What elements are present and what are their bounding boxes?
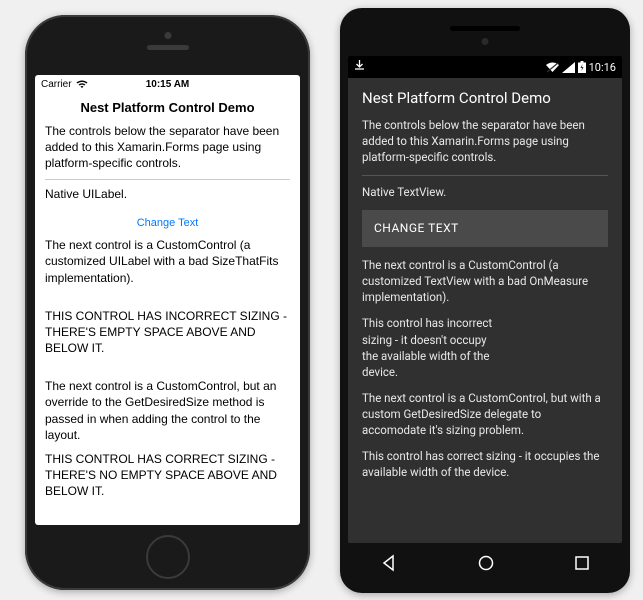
recents-button[interactable]: [574, 555, 590, 576]
battery-icon: [578, 61, 586, 73]
change-text-button[interactable]: CHANGE TEXT: [362, 210, 608, 247]
download-icon: [354, 61, 365, 74]
wifi-icon: [546, 62, 559, 73]
android-navbar: [340, 549, 630, 581]
custom-control-desc-2: The next control is a CustomControl, but…: [45, 378, 290, 443]
page-title: Nest Platform Control Demo: [362, 88, 608, 109]
change-text-button[interactable]: Change Text: [45, 210, 290, 237]
android-screen: 10:16 Nest Platform Control Demo The con…: [348, 56, 622, 543]
bad-sizing-control: THIS CONTROL HAS INCORRECT SIZING - THER…: [45, 308, 290, 357]
android-status-bar: 10:16: [348, 56, 622, 78]
native-textview: Native TextView.: [362, 184, 608, 200]
ios-content: Nest Platform Control Demo The controls …: [35, 93, 300, 514]
bad-sizing-control: This control has incorrect sizing - it d…: [362, 315, 502, 379]
native-uilabel: Native UILabel.: [45, 186, 290, 202]
back-button[interactable]: [380, 554, 398, 577]
home-button[interactable]: [146, 535, 190, 579]
separator: [45, 179, 290, 180]
iphone-earpiece: [147, 45, 189, 50]
custom-control-desc-2: The next control is a CustomControl, but…: [362, 390, 608, 438]
separator: [362, 175, 608, 176]
custom-control-desc-1: The next control is a CustomControl (a c…: [45, 237, 290, 286]
carrier-label: Carrier: [41, 79, 72, 90]
ios-clock: 10:15 AM: [121, 79, 214, 90]
iphone-sensor: [164, 32, 171, 39]
ios-status-bar: Carrier 10:15 AM: [35, 75, 300, 93]
home-button[interactable]: [477, 554, 495, 577]
good-sizing-control: THIS CONTROL HAS CORRECT SIZING - THERE'…: [45, 451, 290, 500]
android-device: 10:16 Nest Platform Control Demo The con…: [340, 8, 630, 593]
good-sizing-control: This control has correct sizing - it occ…: [362, 448, 608, 480]
custom-control-desc-1: The next control is a CustomControl (a c…: [362, 257, 608, 305]
android-earpiece: [450, 26, 520, 31]
wifi-icon: [76, 79, 88, 89]
signal-icon: [562, 62, 575, 73]
intro-text: The controls below the separator have be…: [45, 123, 290, 172]
android-sensor: [482, 38, 489, 45]
android-content: Nest Platform Control Demo The controls …: [348, 78, 622, 500]
page-title: Nest Platform Control Demo: [45, 99, 290, 117]
iphone-screen: Carrier 10:15 AM Nest Platform Control D…: [35, 75, 300, 525]
intro-text: The controls below the separator have be…: [362, 117, 608, 165]
iphone-device: Carrier 10:15 AM Nest Platform Control D…: [25, 15, 310, 590]
android-clock: 10:16: [589, 61, 616, 74]
